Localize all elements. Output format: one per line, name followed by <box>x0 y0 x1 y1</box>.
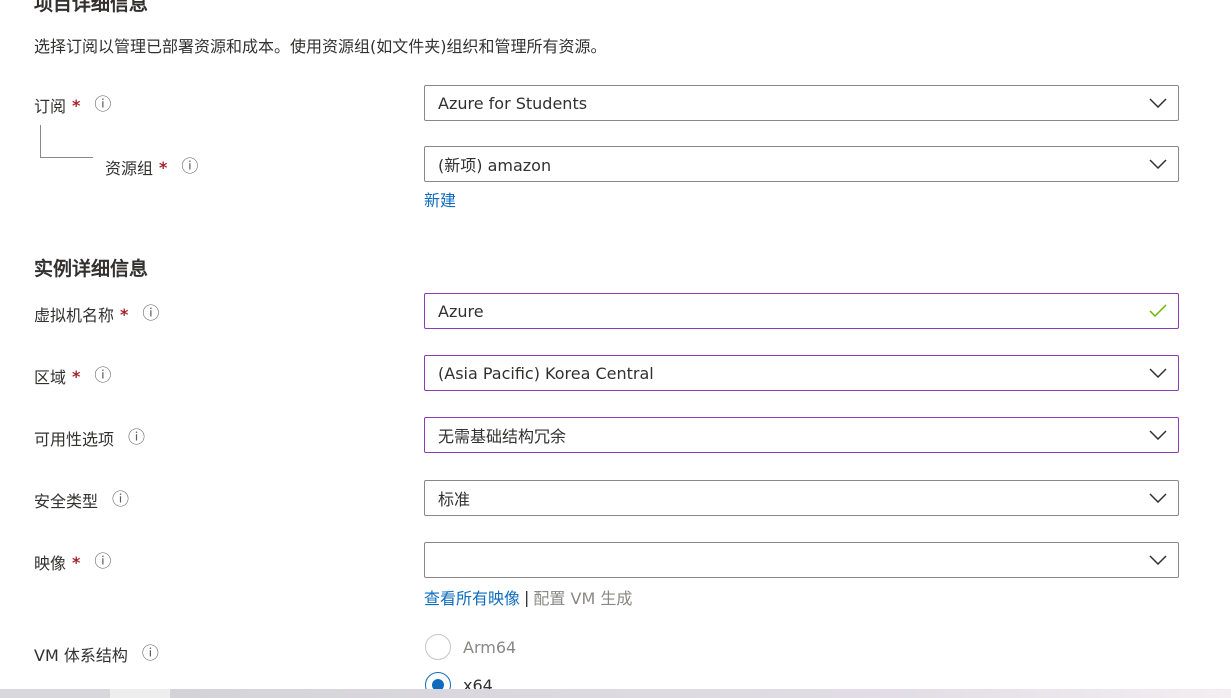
footer-bar <box>0 689 1231 698</box>
image-label: 映像 <box>34 550 66 574</box>
configure-vm-generation-link: 配置 VM 生成 <box>533 585 632 609</box>
link-separator: | <box>524 588 529 607</box>
vm-architecture-label: VM 体系结构 <box>34 642 128 666</box>
resource-group-label: 资源组 <box>105 155 153 179</box>
required-marker: * <box>120 305 128 324</box>
info-icon[interactable]: ⓘ <box>94 97 111 114</box>
vm-create-basics-page: 项目详细信息 选择订阅以管理已部署资源和成本。使用资源组(如文件夹)组织和管理所… <box>0 0 1231 698</box>
region-dropdown[interactable]: (Asia Pacific) Korea Central <box>424 355 1179 391</box>
availability-label-group: 可用性选项 ⓘ <box>34 426 145 450</box>
resource-group-dropdown[interactable]: (新项) amazon <box>424 146 1179 182</box>
checkmark-icon <box>1148 301 1168 321</box>
radio-label: Arm64 <box>463 638 516 657</box>
info-icon[interactable]: ⓘ <box>181 159 198 176</box>
vm-name-value: Azure <box>438 302 1148 321</box>
chevron-down-icon <box>1148 154 1168 174</box>
info-icon[interactable]: ⓘ <box>128 430 145 447</box>
info-icon[interactable]: ⓘ <box>94 554 111 571</box>
chevron-down-icon <box>1148 363 1168 383</box>
radio-button[interactable] <box>425 634 451 660</box>
image-dropdown[interactable] <box>424 542 1179 578</box>
info-icon[interactable]: ⓘ <box>142 306 159 323</box>
security-type-label-group: 安全类型 ⓘ <box>34 488 129 512</box>
chevron-down-icon <box>1148 93 1168 113</box>
project-details-description: 选择订阅以管理已部署资源和成本。使用资源组(如文件夹)组织和管理所有资源。 <box>34 33 607 57</box>
vm-name-label: 虚拟机名称 <box>34 302 114 326</box>
region-label-group: 区域 * ⓘ <box>34 364 111 388</box>
chevron-down-icon <box>1148 488 1168 508</box>
info-icon[interactable]: ⓘ <box>112 492 129 509</box>
region-value: (Asia Pacific) Korea Central <box>438 364 1148 383</box>
chevron-down-icon <box>1148 425 1168 445</box>
vm-name-input[interactable]: Azure <box>424 293 1179 329</box>
subscription-dropdown[interactable]: Azure for Students <box>424 85 1179 121</box>
required-marker: * <box>159 158 167 177</box>
create-new-resource-group-link[interactable]: 新建 <box>424 187 456 211</box>
image-label-group: 映像 * ⓘ <box>34 550 111 574</box>
subscription-label: 订阅 <box>34 93 66 117</box>
image-links: 查看所有映像 | 配置 VM 生成 <box>424 585 632 609</box>
tree-connector <box>40 125 93 158</box>
security-type-dropdown[interactable]: 标准 <box>424 480 1179 516</box>
required-marker: * <box>72 553 80 572</box>
required-marker: * <box>72 96 80 115</box>
chevron-down-icon <box>1148 550 1168 570</box>
view-all-images-link[interactable]: 查看所有映像 <box>424 585 520 609</box>
project-details-heading: 项目详细信息 <box>34 0 148 16</box>
availability-dropdown[interactable]: 无需基础结构冗余 <box>424 417 1179 453</box>
radio-option-arm64[interactable]: Arm64 <box>425 634 516 660</box>
security-type-label: 安全类型 <box>34 488 98 512</box>
resource-group-value: (新项) amazon <box>438 152 1148 176</box>
info-icon[interactable]: ⓘ <box>94 368 111 385</box>
required-marker: * <box>72 367 80 386</box>
instance-details-heading: 实例详细信息 <box>34 254 148 281</box>
resource-group-label-group: 资源组 * ⓘ <box>105 155 198 179</box>
vm-name-label-group: 虚拟机名称 * ⓘ <box>34 302 159 326</box>
info-icon[interactable]: ⓘ <box>142 646 159 663</box>
region-label: 区域 <box>34 364 66 388</box>
availability-value: 无需基础结构冗余 <box>438 423 1148 447</box>
subscription-label-group: 订阅 * ⓘ <box>34 93 111 117</box>
security-type-value: 标准 <box>438 486 1148 510</box>
vm-architecture-label-group: VM 体系结构 ⓘ <box>34 642 159 666</box>
subscription-value: Azure for Students <box>438 94 1148 113</box>
availability-label: 可用性选项 <box>34 426 114 450</box>
